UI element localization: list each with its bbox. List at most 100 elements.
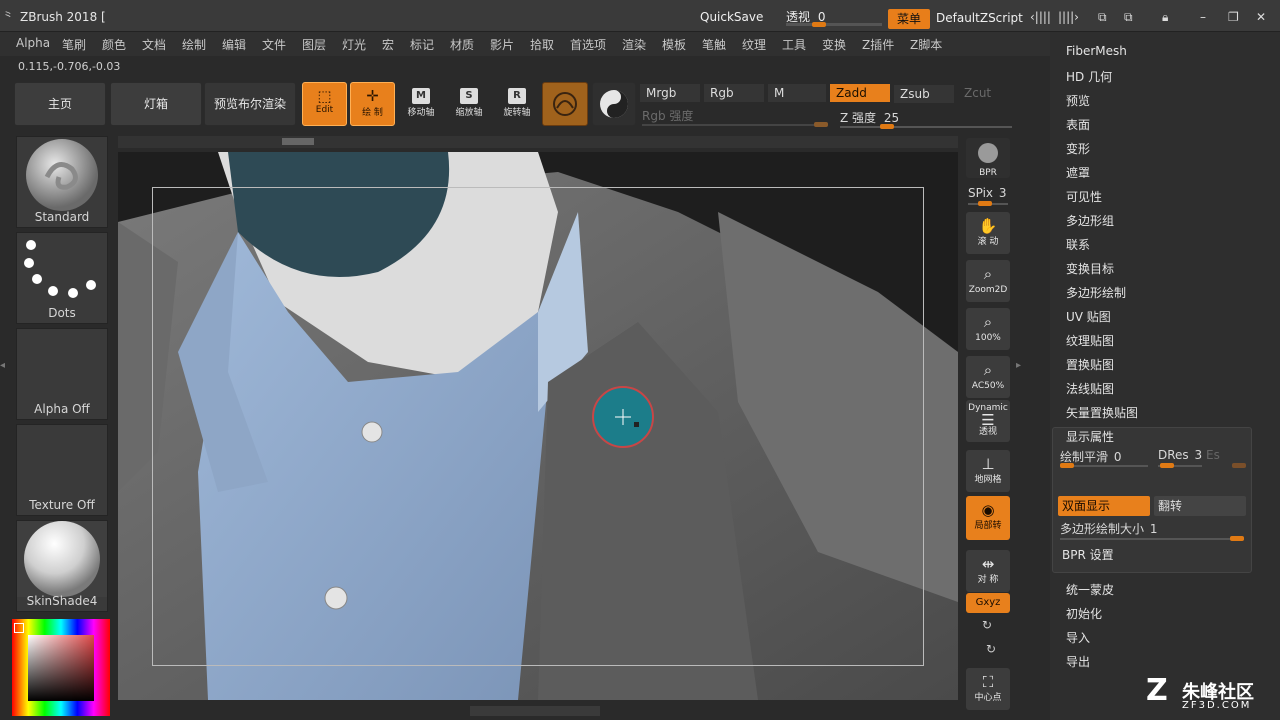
menu-stroke[interactable]: 笔触 [702,36,726,53]
menu-zscript[interactable]: Z脚本 [910,36,942,53]
menu-color[interactable]: 颜色 [102,36,126,53]
perspective-button[interactable]: Dynamic ☰ 透视 [966,400,1010,442]
palette-texture-map[interactable]: 纹理贴图 [1066,332,1114,349]
m-button[interactable]: M [768,84,826,102]
palette-polygroups[interactable]: 多边形组 [1066,212,1114,229]
perspective-slider[interactable]: 透视 0 [786,8,882,27]
zsub-button[interactable]: Zsub [894,85,954,103]
stroke-selector[interactable]: Dots [16,232,108,324]
palette-fibermesh[interactable]: FiberMesh [1066,44,1127,58]
color-picker[interactable] [12,619,110,716]
es-slider[interactable]: Es [1206,448,1246,468]
menu-file[interactable]: 文件 [262,36,286,53]
polypaint-size-slider[interactable]: 多边形绘制大小 1 [1060,520,1246,542]
zadd-button[interactable]: Zadd [830,84,890,102]
floor-grid-button[interactable]: ⊥ 地网格 [966,450,1010,492]
menu-marker[interactable]: 标记 [410,36,434,53]
double-sided-toggle[interactable]: 双面显示 [1058,496,1150,516]
alpha-selector[interactable]: Alpha Off [16,328,108,420]
lightbox-button[interactable]: 灯箱 [110,82,202,126]
menu-layer[interactable]: 图层 [302,36,326,53]
viewport-bottom-handle[interactable] [470,706,600,716]
palette-morph-target[interactable]: 变换目标 [1066,260,1114,277]
menu-tool[interactable]: 工具 [782,36,806,53]
brush-selector[interactable]: Standard [16,136,108,228]
lock-icon[interactable]: 🔒︎ [1162,10,1168,25]
color-swatch-button[interactable] [592,82,636,126]
default-zscript-button[interactable]: DefaultZScript [936,11,1023,25]
draw-button[interactable]: ✛ 绘 制 [350,82,395,126]
palette-normal-map[interactable]: 法线贴图 [1066,380,1114,397]
palette-export[interactable]: 导出 [1066,653,1090,670]
scale-button[interactable]: S 缩放轴 [448,84,490,128]
palette-hd-geometry[interactable]: HD 几何 [1066,68,1112,85]
close-icon[interactable]: ✕ [1256,10,1266,24]
palette-vector-displacement-map[interactable]: 矢量置换贴图 [1066,404,1138,421]
right-tray-arrow-icon[interactable]: ▸ [1016,360,1024,380]
menu-document[interactable]: 文档 [142,36,166,53]
z-intensity-slider[interactable]: Z 强度 25 [840,109,1012,129]
edit-button[interactable]: ⬚ Edit [302,82,347,126]
menu-picker[interactable]: 拾取 [530,36,554,53]
restore-icon[interactable]: ❐ [1228,10,1239,24]
mrgb-button[interactable]: Mrgb [640,84,700,102]
shrink-ui-icon[interactable]: ‹|||| [1030,10,1051,24]
menu-zplugin[interactable]: Z插件 [862,36,894,53]
local-transform-button[interactable]: ◉ 局部转 [966,496,1010,540]
menu-edit[interactable]: 编辑 [222,36,246,53]
rotate-z-icon[interactable]: ↻ [986,642,996,656]
left-tray-arrow-icon[interactable]: ◂ [0,360,8,380]
bpr-settings-header[interactable]: BPR 设置 [1062,546,1114,563]
center-point-button[interactable]: ⛶ 中心点 [966,668,1010,710]
scroll-button[interactable]: ✋ 滚 动 [966,212,1010,254]
spix-slider[interactable]: SPix 3 [968,186,1012,206]
flip-toggle[interactable]: 翻转 [1154,496,1246,516]
rgb-button[interactable]: Rgb [704,84,764,102]
palette-masking[interactable]: 遮罩 [1066,164,1090,181]
menu-texture[interactable]: 纹理 [742,36,766,53]
rgb-intensity-slider[interactable]: Rgb 强度 [642,107,832,127]
palette-surface[interactable]: 表面 [1066,116,1090,133]
actual-size-button[interactable]: ⌕ 100% [966,308,1010,350]
palette-deformation[interactable]: 变形 [1066,140,1090,157]
color-gradient-square[interactable] [28,635,94,701]
palette-unified-skin[interactable]: 统一蒙皮 [1066,581,1114,598]
half-size-button[interactable]: ⌕ AC50% [966,356,1010,398]
expand-ui-icon[interactable]: ||||› [1058,10,1079,24]
palette-displacement-map[interactable]: 置换贴图 [1066,356,1114,373]
symmetry-button[interactable]: ⇹ 对 称 [966,550,1010,592]
layout-alt-icon[interactable]: ⧉ [1124,10,1133,25]
palette-preview[interactable]: 预览 [1066,92,1090,109]
viewport-top-scroll[interactable] [118,136,958,148]
palette-contact[interactable]: 联系 [1066,236,1090,253]
minimize-icon[interactable]: – [1200,10,1206,24]
display-properties-header[interactable]: 显示属性 [1066,428,1114,445]
material-selector[interactable]: SkinShade4 [16,520,108,612]
layout-icon[interactable]: ⧉ [1098,10,1107,25]
menu-light[interactable]: 灯光 [342,36,366,53]
home-button[interactable]: 主页 [14,82,106,126]
material-swatch-button[interactable] [542,82,588,126]
menu-material[interactable]: 材质 [450,36,474,53]
move-button[interactable]: M 移动轴 [400,84,442,128]
menu-movie[interactable]: 影片 [490,36,514,53]
zoom2d-button[interactable]: ⌕ Zoom2D [966,260,1010,302]
menu-render[interactable]: 渲染 [622,36,646,53]
texture-selector[interactable]: Texture Off [16,424,108,516]
bpr-render-button[interactable]: BPR [966,138,1010,178]
menu-transform[interactable]: 变换 [822,36,846,53]
palette-initialize[interactable]: 初始化 [1066,605,1102,622]
menu-macro[interactable]: 宏 [382,36,394,53]
menu-alpha[interactable]: Alpha [16,36,50,50]
palette-polypaint[interactable]: 多边形绘制 [1066,284,1126,301]
menu-toggle-button[interactable]: 菜单 [888,9,930,29]
rotate-y-icon[interactable]: ↻ [982,618,992,632]
palette-uv-map[interactable]: UV 贴图 [1066,308,1111,325]
palette-visibility[interactable]: 可见性 [1066,188,1102,205]
menu-draw[interactable]: 绘制 [182,36,206,53]
draw-smooth-slider[interactable]: 绘制平滑 0 [1060,448,1150,468]
menu-brush[interactable]: 笔刷 [62,36,86,53]
live-boolean-button[interactable]: 预览布尔渲染 [204,82,296,126]
menu-preferences[interactable]: 首选项 [570,36,606,53]
menu-stencil[interactable]: 模板 [662,36,686,53]
